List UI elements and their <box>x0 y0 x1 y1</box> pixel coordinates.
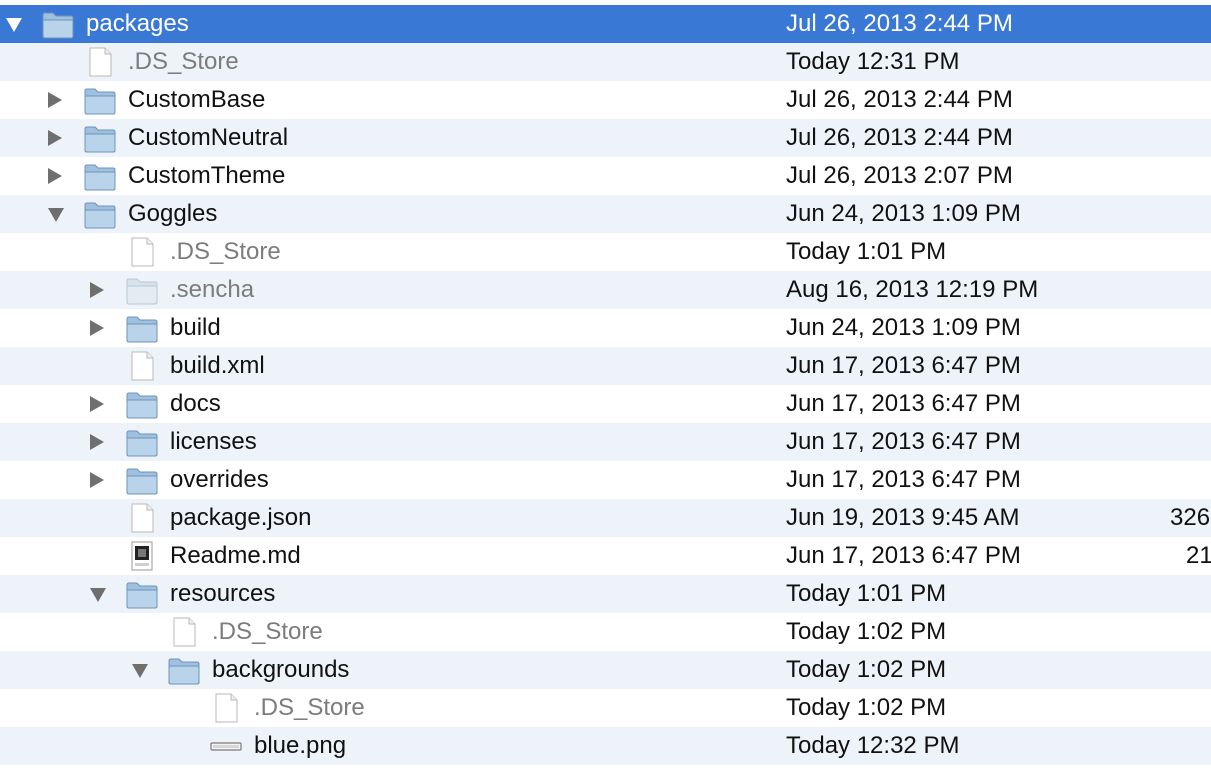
item-name: Readme.md <box>170 542 301 569</box>
disclosure-collapsed-icon[interactable] <box>90 472 104 488</box>
item-name: CustomTheme <box>128 162 286 189</box>
date-modified: Today 1:01 PM <box>786 238 947 265</box>
folder-row[interactable]: CustomNeutral Jul 26, 2013 2:44 PM <box>0 119 1211 157</box>
item-name: build.xml <box>170 352 265 379</box>
image-file-icon <box>210 731 242 761</box>
folder-row[interactable]: .sencha Aug 16, 2013 12:19 PM <box>0 271 1211 309</box>
date-modified: Today 12:32 PM <box>786 732 960 759</box>
item-name: .sencha <box>170 276 255 303</box>
date-modified: Today 1:02 PM <box>786 656 947 683</box>
folder-row[interactable]: resources Today 1:01 PM <box>0 575 1211 613</box>
disclosure-collapsed-icon[interactable] <box>90 282 104 298</box>
date-modified: Jun 17, 2013 6:47 PM <box>786 428 1021 455</box>
folder-icon <box>84 199 116 229</box>
disclosure-collapsed-icon[interactable] <box>90 396 104 412</box>
folder-row[interactable]: backgrounds Today 1:02 PM <box>0 651 1211 689</box>
date-modified: Jun 24, 2013 1:09 PM <box>786 200 1021 227</box>
item-name: licenses <box>170 428 257 455</box>
item-name: .DS_Store <box>128 48 239 75</box>
disclosure-collapsed-icon[interactable] <box>48 92 62 108</box>
disclosure-collapsed-icon[interactable] <box>90 320 104 336</box>
finder-list-view: packages Jul 26, 2013 2:44 PM .DS_Store To… <box>0 0 1211 770</box>
file-row[interactable]: package.json Jun 19, 2013 9:45 AM 326 <box>0 499 1211 537</box>
item-name: CustomNeutral <box>128 124 289 151</box>
markdown-file-icon <box>126 541 158 571</box>
date-modified: Jul 26, 2013 2:07 PM <box>786 162 1013 189</box>
item-name: CustomBase <box>128 86 266 113</box>
date-modified: Today 12:31 PM <box>786 48 960 75</box>
file-row[interactable]: build.xml Jun 17, 2013 6:47 PM <box>0 347 1211 385</box>
item-name: package.json <box>170 504 312 531</box>
document-icon <box>126 503 158 533</box>
item-name: docs <box>170 390 221 417</box>
disclosure-collapsed-icon[interactable] <box>48 130 62 146</box>
date-modified: Today 1:02 PM <box>786 618 947 645</box>
item-name: packages <box>86 10 189 37</box>
date-modified: Jun 17, 2013 6:47 PM <box>786 466 1021 493</box>
folder-row[interactable]: CustomBase Jul 26, 2013 2:44 PM <box>0 81 1211 119</box>
item-name: Goggles <box>128 200 218 227</box>
folder-icon <box>126 313 158 343</box>
file-row[interactable]: .DS_Store Today 1:01 PM <box>0 233 1211 271</box>
item-name: .DS_Store <box>254 694 365 721</box>
item-name: resources <box>170 580 276 607</box>
folder-icon <box>84 161 116 191</box>
disclosure-collapsed-icon[interactable] <box>90 434 104 450</box>
item-name: .DS_Store <box>212 618 323 645</box>
disclosure-expanded-icon[interactable] <box>132 664 148 678</box>
date-modified: Today 1:01 PM <box>786 580 947 607</box>
disclosure-expanded-icon[interactable] <box>6 18 22 32</box>
folder-row[interactable]: overrides Jun 17, 2013 6:47 PM <box>0 461 1211 499</box>
date-modified: Jun 17, 2013 6:47 PM <box>786 390 1021 417</box>
document-icon <box>84 47 116 77</box>
folder-row[interactable]: CustomTheme Jul 26, 2013 2:07 PM <box>0 157 1211 195</box>
document-icon <box>126 237 158 267</box>
file-row[interactable]: .DS_Store Today 12:31 PM <box>0 43 1211 81</box>
date-modified: Jun 24, 2013 1:09 PM <box>786 314 1021 341</box>
file-row[interactable]: blue.png Today 12:32 PM <box>0 727 1211 765</box>
file-size: 21 <box>1186 542 1211 569</box>
date-modified: Today 1:02 PM <box>786 694 947 721</box>
date-modified: Jun 17, 2013 6:47 PM <box>786 542 1021 569</box>
file-row[interactable]: .DS_Store Today 1:02 PM <box>0 689 1211 727</box>
item-name: .DS_Store <box>170 238 281 265</box>
item-name: build <box>170 314 221 341</box>
folder-row[interactable]: docs Jun 17, 2013 6:47 PM <box>0 385 1211 423</box>
date-modified: Aug 16, 2013 12:19 PM <box>786 276 1039 303</box>
file-row[interactable]: .DS_Store Today 1:02 PM <box>0 613 1211 651</box>
document-icon <box>210 693 242 723</box>
folder-icon <box>42 9 74 39</box>
disclosure-expanded-icon[interactable] <box>90 588 106 602</box>
date-modified: Jul 26, 2013 2:44 PM <box>786 86 1013 113</box>
folder-row[interactable]: build Jun 24, 2013 1:09 PM <box>0 309 1211 347</box>
file-size: 326 <box>1170 504 1211 531</box>
folder-row[interactable]: Goggles Jun 24, 2013 1:09 PM <box>0 195 1211 233</box>
file-row[interactable]: Readme.md Jun 17, 2013 6:47 PM 21 <box>0 537 1211 575</box>
folder-icon <box>168 655 200 685</box>
folder-icon <box>126 389 158 419</box>
disclosure-expanded-icon[interactable] <box>48 208 64 222</box>
date-modified: Jul 26, 2013 2:44 PM <box>786 10 1013 37</box>
folder-icon <box>126 579 158 609</box>
date-modified: Jun 17, 2013 6:47 PM <box>786 352 1021 379</box>
folder-row[interactable]: packages Jul 26, 2013 2:44 PM <box>0 5 1211 43</box>
folder-icon <box>126 465 158 495</box>
date-modified: Jul 26, 2013 2:44 PM <box>786 124 1013 151</box>
document-icon <box>168 617 200 647</box>
item-name: backgrounds <box>212 656 350 683</box>
folder-icon <box>84 85 116 115</box>
item-name: blue.png <box>254 732 347 759</box>
date-modified: Jun 19, 2013 9:45 AM <box>786 504 1020 531</box>
item-name: overrides <box>170 466 269 493</box>
folder-icon <box>126 275 158 305</box>
folder-icon <box>126 427 158 457</box>
folder-icon <box>84 123 116 153</box>
document-icon <box>126 351 158 381</box>
disclosure-collapsed-icon[interactable] <box>48 168 62 184</box>
folder-row[interactable]: licenses Jun 17, 2013 6:47 PM <box>0 423 1211 461</box>
